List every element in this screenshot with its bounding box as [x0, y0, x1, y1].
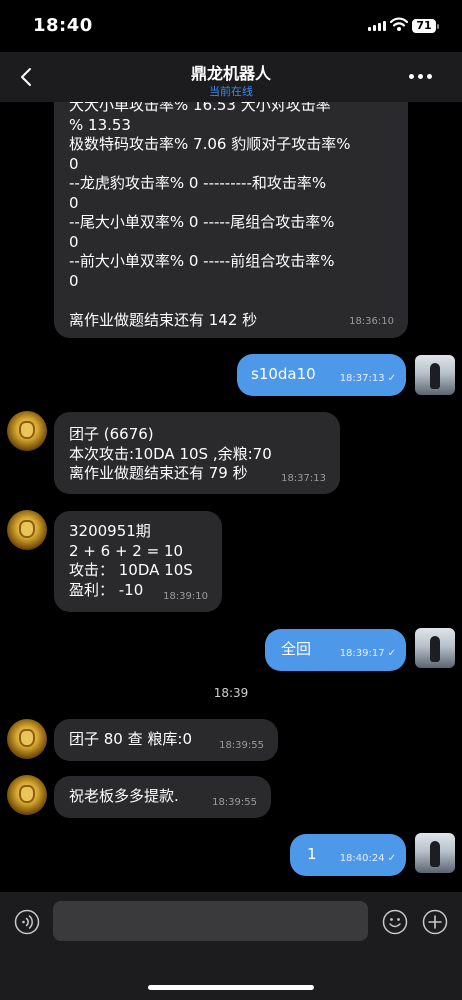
- home-indicator: [148, 985, 314, 990]
- message-text: 0: [69, 193, 79, 212]
- battery-indicator: 71: [412, 19, 436, 33]
- message-time: 18:39:10: [163, 590, 208, 602]
- read-check-icon: ✓: [387, 852, 396, 864]
- message-text: --前大小单双率% 0 -----前组合攻击率%: [69, 252, 335, 270]
- message-text: 0: [69, 232, 79, 251]
- voice-message-icon[interactable]: [14, 909, 40, 935]
- user-avatar[interactable]: [415, 628, 455, 668]
- message-text: 0: [69, 271, 79, 290]
- message-time: 18:37:13 ✓: [340, 369, 396, 389]
- message-bubble[interactable]: 1 18:40:24 ✓: [290, 834, 406, 876]
- read-check-icon: ✓: [387, 372, 396, 384]
- message-bubble[interactable]: 祝老板多多提款. 18:39:55: [54, 776, 271, 818]
- message-time: 18:39:17 ✓: [340, 644, 396, 664]
- message-bubble[interactable]: s10da10 18:37:13 ✓: [237, 354, 406, 396]
- message-time: 18:37:13: [281, 472, 326, 484]
- user-avatar[interactable]: [415, 355, 455, 395]
- read-check-icon: ✓: [387, 647, 396, 659]
- bot-avatar[interactable]: [7, 775, 47, 815]
- message-text: % 13.53: [69, 115, 131, 134]
- message-text: 大大小单攻击率% 16.53 大小对攻击率: [69, 102, 331, 114]
- message-text: 极数特码攻击率% 7.06 豹顺对子攻击率%: [69, 135, 351, 153]
- message-text: 0: [69, 154, 79, 173]
- message-text: 2 + 6 + 2 = 10: [69, 541, 184, 560]
- user-avatar[interactable]: [415, 833, 455, 873]
- more-horizontal-icon[interactable]: [409, 74, 432, 79]
- plus-circle-icon[interactable]: [422, 909, 448, 935]
- message-text: 3200951期: [69, 522, 151, 540]
- message-bubble[interactable]: 3200951期 2 + 6 + 2 = 10 攻击： 10DA 10S 盈利：…: [54, 511, 222, 612]
- emoji-icon[interactable]: [382, 909, 408, 935]
- message-text: 离作业做题结束还有 142 秒: [69, 310, 258, 329]
- chat-header: 鼎龙机器人 当前在线: [0, 52, 462, 102]
- bot-avatar[interactable]: [7, 719, 47, 759]
- wifi-icon: [390, 17, 408, 31]
- message-time: 18:36:10: [349, 315, 394, 327]
- cellular-signal-icon: [368, 21, 386, 31]
- message-text: --尾大小单双率% 0 -----尾组合攻击率%: [69, 213, 335, 231]
- message-time: 18:39:55: [219, 739, 264, 751]
- status-time: 18:40: [33, 15, 93, 36]
- message-text: 本次攻击:10DA 10S ,余粮:70: [69, 444, 272, 463]
- message-bubble[interactable]: 团子 80 查 粮库:0 18:39:55: [54, 719, 278, 761]
- online-status: 当前在线: [209, 85, 253, 98]
- message-time: 18:39:55: [212, 796, 257, 808]
- battery-tip: [437, 24, 439, 29]
- bot-avatar[interactable]: [7, 510, 47, 550]
- message-text: [69, 291, 393, 311]
- time-separator: 18:39: [213, 686, 249, 700]
- bot-avatar[interactable]: [7, 411, 47, 451]
- message-bubble[interactable]: 全回 18:39:17 ✓: [265, 629, 406, 671]
- message-list[interactable]: 大大小单攻击率% 16.53 大小对攻击率 % 13.53 极数特码攻击率% 7…: [0, 102, 462, 892]
- message-bubble[interactable]: 大大小单攻击率% 16.53 大小对攻击率 % 13.53 极数特码攻击率% 7…: [54, 102, 408, 338]
- chat-title: 鼎龙机器人: [190, 64, 271, 83]
- message-composer: [0, 892, 462, 1000]
- message-text: 攻击： 10DA 10S: [69, 561, 193, 579]
- message-time: 18:40:24 ✓: [340, 849, 396, 869]
- status-bar: 18:40 71: [0, 0, 462, 52]
- message-bubble[interactable]: 团子 (6676) 本次攻击:10DA 10S ,余粮:70 离作业做题结束还有…: [54, 412, 340, 494]
- message-input[interactable]: [53, 901, 368, 941]
- message-text: --龙虎豹攻击率% 0 ---------和攻击率%: [69, 174, 327, 192]
- message-text: 团子 (6676): [69, 425, 154, 443]
